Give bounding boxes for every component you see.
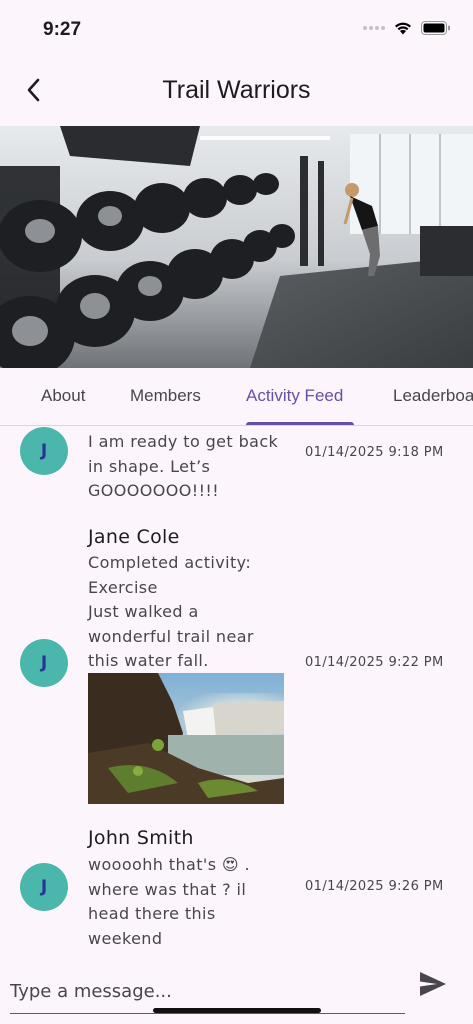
- send-icon: [420, 972, 446, 996]
- message-text: Completed activity: Exercise Just walked…: [88, 553, 254, 670]
- page-title: Trail Warriors: [162, 76, 311, 104]
- group-cover-image: [0, 126, 473, 368]
- battery-icon: [421, 20, 450, 35]
- wifi-icon: [395, 22, 411, 35]
- active-tab-indicator: [246, 422, 354, 425]
- avatar[interactable]: J: [20, 427, 68, 475]
- avatar[interactable]: J: [20, 639, 68, 687]
- status-icons: [363, 20, 451, 35]
- activity-feed[interactable]: J I am ready to get back in shape. Let’s…: [0, 427, 473, 957]
- tab-leaderboard[interactable]: Leaderboard: [393, 386, 473, 406]
- message-timestamp: 01/14/2025 9:18 PM: [305, 445, 444, 460]
- status-bar: 9:27: [0, 0, 473, 56]
- tab-about[interactable]: About: [41, 386, 85, 406]
- message-timestamp: 01/14/2025 9:22 PM: [305, 655, 444, 670]
- send-button[interactable]: [418, 970, 450, 1002]
- message-composer: [0, 962, 473, 1024]
- message-text: I am ready to get back in shape. Let’s G…: [88, 432, 279, 500]
- tab-members[interactable]: Members: [130, 386, 201, 406]
- tab-activity-feed[interactable]: Activity Feed: [246, 386, 343, 406]
- message-timestamp: 01/14/2025 9:26 PM: [305, 879, 444, 894]
- tab-bar: About Members Activity Feed Leaderboard: [0, 368, 473, 426]
- message-author: John Smith: [88, 827, 194, 849]
- home-indicator: [153, 1008, 321, 1013]
- message-photo-waterfall[interactable]: [88, 673, 284, 804]
- app-bar: Trail Warriors: [0, 56, 473, 126]
- avatar[interactable]: J: [20, 863, 68, 911]
- message-author: Jane Cole: [88, 526, 180, 548]
- message-text: woooohh that's 😍 . where was that ? il h…: [88, 855, 250, 948]
- status-time: 9:27: [43, 19, 82, 40]
- cellular-signal-icon: [363, 25, 385, 30]
